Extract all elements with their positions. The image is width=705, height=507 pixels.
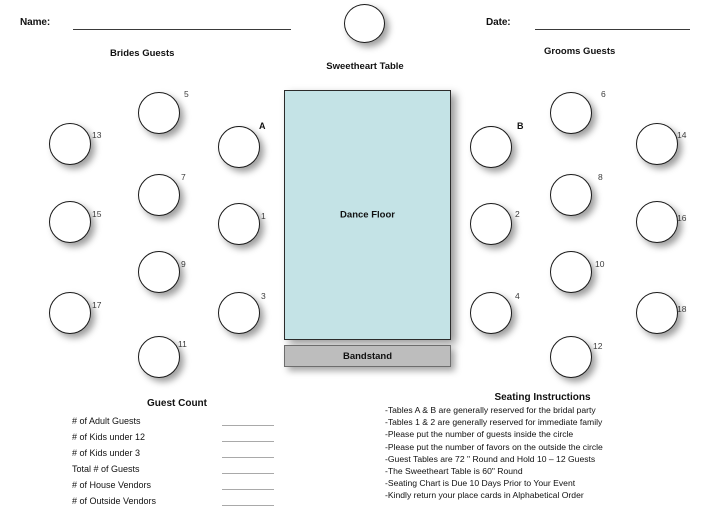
guest-count-label: # of Adult Guests xyxy=(72,416,141,426)
guest-count-row: # of Kids under 3 xyxy=(72,445,292,461)
guest-table-12[interactable] xyxy=(550,336,592,378)
date-label: Date: xyxy=(486,17,511,28)
guest-count-label: # of Kids under 12 xyxy=(72,432,146,442)
guest-table-2[interactable] xyxy=(470,203,512,245)
seating-chart-page: Name: Date: Brides Guests Grooms Guests … xyxy=(0,0,705,507)
guest-table-label-13: 13 xyxy=(92,130,102,140)
guest-table-label-15: 15 xyxy=(92,209,102,219)
guest-count-rows: # of Adult Guests # of Kids under 12 # of … xyxy=(72,413,292,507)
name-label: Name: xyxy=(20,17,51,28)
guest-count-label: # of Outside Vendors xyxy=(72,496,157,506)
guest-count-row: # of Adult Guests xyxy=(72,413,292,429)
guest-count-row: # of House Vendors xyxy=(72,477,292,493)
guest-table-label-11: 11 xyxy=(178,339,187,349)
name-input-rule[interactable] xyxy=(73,29,291,30)
guest-table-label-8: 8 xyxy=(598,172,603,182)
guest-table-18[interactable] xyxy=(636,292,678,334)
seating-instructions-lines: -Tables A & B are generally reserved for… xyxy=(385,404,700,502)
seating-instruction-line: -The Sweetheart Table is 60" Round xyxy=(385,466,523,477)
guest-table-9[interactable] xyxy=(138,251,180,293)
guest-table-1[interactable] xyxy=(218,203,260,245)
guest-table-label-a: A xyxy=(259,121,266,131)
guest-table-13[interactable] xyxy=(49,123,91,165)
guest-table-6[interactable] xyxy=(550,92,592,134)
guest-table-14[interactable] xyxy=(636,123,678,165)
guest-count-row: # of Outside Vendors xyxy=(72,493,292,507)
brides-guests-heading: Brides Guests xyxy=(110,48,175,59)
sweetheart-table-circle[interactable] xyxy=(344,4,385,43)
seating-instructions-block: Seating Instructions -Tables A & B are g… xyxy=(385,392,700,502)
date-input-rule[interactable] xyxy=(535,29,690,30)
guest-table-15[interactable] xyxy=(49,201,91,243)
guest-table-label-16: 16 xyxy=(677,213,687,223)
guest-table-16[interactable] xyxy=(636,201,678,243)
guest-table-b[interactable] xyxy=(470,126,512,168)
guest-table-3[interactable] xyxy=(218,292,260,334)
guest-table-a[interactable] xyxy=(218,126,260,168)
guest-table-label-5: 5 xyxy=(184,89,189,99)
guest-table-10[interactable] xyxy=(550,251,592,293)
guest-count-row: # of Kids under 12 xyxy=(72,429,292,445)
sweetheart-table-label: Sweetheart Table xyxy=(326,61,404,72)
guest-count-input-rule[interactable] xyxy=(222,424,274,426)
guest-count-label: # of House Vendors xyxy=(72,480,152,490)
dance-floor-label: Dance Floor xyxy=(340,209,395,221)
guest-table-label-9: 9 xyxy=(181,259,186,269)
bandstand-label: Bandstand xyxy=(342,350,393,362)
guest-table-11[interactable] xyxy=(138,336,180,378)
seating-instructions-title: Seating Instructions xyxy=(494,392,591,403)
guest-table-label-2: 2 xyxy=(515,209,520,219)
bandstand[interactable]: Bandstand xyxy=(284,345,451,367)
guest-count-title: Guest Count xyxy=(147,398,207,409)
guest-table-label-6: 6 xyxy=(601,89,606,99)
guest-count-label: # of Kids under 3 xyxy=(72,448,141,458)
seating-instruction-line: -Seating Chart is Due 10 Days Prior to Y… xyxy=(385,478,576,489)
guest-count-input-rule[interactable] xyxy=(222,440,274,442)
guest-table-8[interactable] xyxy=(550,174,592,216)
dance-floor[interactable]: Dance Floor xyxy=(284,90,451,340)
guest-table-label-1: 1 xyxy=(261,211,266,221)
guest-table-label-b: B xyxy=(517,121,524,131)
guest-table-4[interactable] xyxy=(470,292,512,334)
guest-table-17[interactable] xyxy=(49,292,91,334)
grooms-guests-heading: Grooms Guests xyxy=(544,46,616,57)
guest-table-5[interactable] xyxy=(138,92,180,134)
guest-table-7[interactable] xyxy=(138,174,180,216)
guest-table-label-17: 17 xyxy=(92,300,102,310)
seating-instruction-line: -Guest Tables are 72 " Round and Hold 10… xyxy=(385,453,596,464)
guest-count-input-rule[interactable] xyxy=(222,488,274,490)
guest-count-block: Guest Count # of Adult Guests # of Kids u… xyxy=(72,398,292,507)
seating-instruction-line: -Please put the number of favors on the … xyxy=(385,441,603,452)
guest-table-label-12: 12 xyxy=(593,341,603,351)
seating-instruction-line: -Tables 1 & 2 are generally reserved for… xyxy=(385,417,603,428)
guest-table-label-18: 18 xyxy=(677,304,687,314)
seating-instruction-line: -Please put the number of guests inside … xyxy=(385,429,574,440)
guest-table-label-14: 14 xyxy=(677,130,687,140)
guest-table-label-10: 10 xyxy=(595,259,605,269)
guest-count-label: Total # of Guests xyxy=(72,464,140,474)
seating-instruction-line: -Tables A & B are generally reserved for… xyxy=(385,405,596,415)
guest-table-label-4: 4 xyxy=(515,291,520,301)
seating-instruction-line: -Kindly return your place cards in Alpha… xyxy=(385,490,584,501)
guest-table-label-3: 3 xyxy=(261,291,266,301)
guest-table-label-7: 7 xyxy=(181,172,186,182)
guest-count-input-rule[interactable] xyxy=(222,472,274,474)
guest-count-input-rule[interactable] xyxy=(222,504,274,506)
guest-count-row: Total # of Guests xyxy=(72,461,292,477)
guest-count-input-rule[interactable] xyxy=(222,456,274,458)
